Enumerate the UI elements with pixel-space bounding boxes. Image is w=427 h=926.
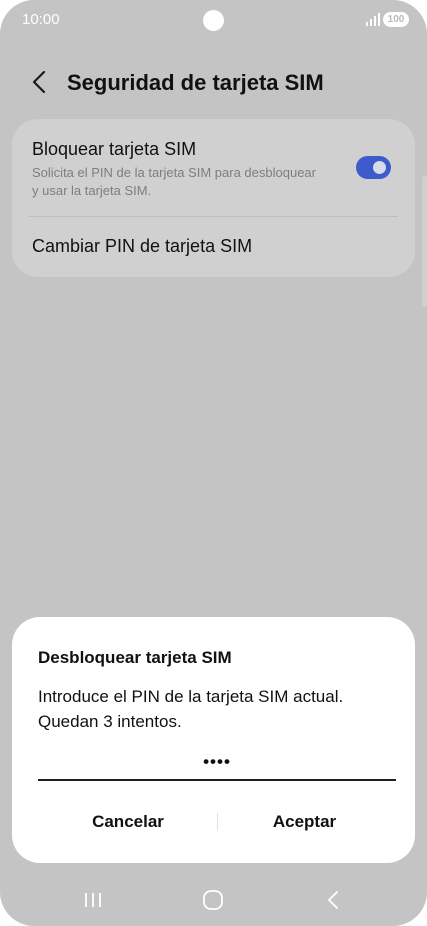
signal-icon [366,13,380,26]
lock-sim-row[interactable]: Bloquear tarjeta SIM Solicita el PIN de … [12,119,415,216]
recent-apps-icon[interactable] [78,886,108,914]
lock-sim-toggle[interactable] [356,156,391,179]
home-icon[interactable] [198,886,228,914]
divider [29,216,398,217]
status-bar: 10:00 100 [0,0,427,40]
cancel-button[interactable]: Cancelar [38,807,218,837]
status-time: 10:00 [22,11,60,28]
change-pin-item[interactable]: Cambiar PIN de tarjeta SIM [32,236,252,257]
back-icon[interactable] [318,886,348,914]
settings-card: Bloquear tarjeta SIM Solicita el PIN de … [12,119,415,277]
toggle-knob [373,161,386,174]
pin-input[interactable] [38,745,396,781]
unlock-sim-dialog: Desbloquear tarjeta SIM Introduce el PIN… [12,617,415,863]
battery-icon: 100 [383,12,409,27]
page-title: Seguridad de tarjeta SIM [67,70,324,95]
dialog-message: Introduce el PIN de la tarjeta SIM actua… [38,687,344,731]
phone-screen: 10:00 100 Seguridad de tarjeta SIM Bloqu… [0,0,427,926]
accept-button[interactable]: Aceptar [212,807,397,837]
chevron-left-icon[interactable] [28,68,52,96]
dialog-title: Desbloquear tarjeta SIM [38,648,232,667]
navigation-bar [0,882,427,918]
scroll-indicator [422,175,427,307]
lock-sim-title: Bloquear tarjeta SIM [32,139,197,159]
camera-cutout [203,10,224,31]
lock-sim-description: Solicita el PIN de la tarjeta SIM para d… [32,165,316,198]
app-header: Seguridad de tarjeta SIM [0,62,427,106]
